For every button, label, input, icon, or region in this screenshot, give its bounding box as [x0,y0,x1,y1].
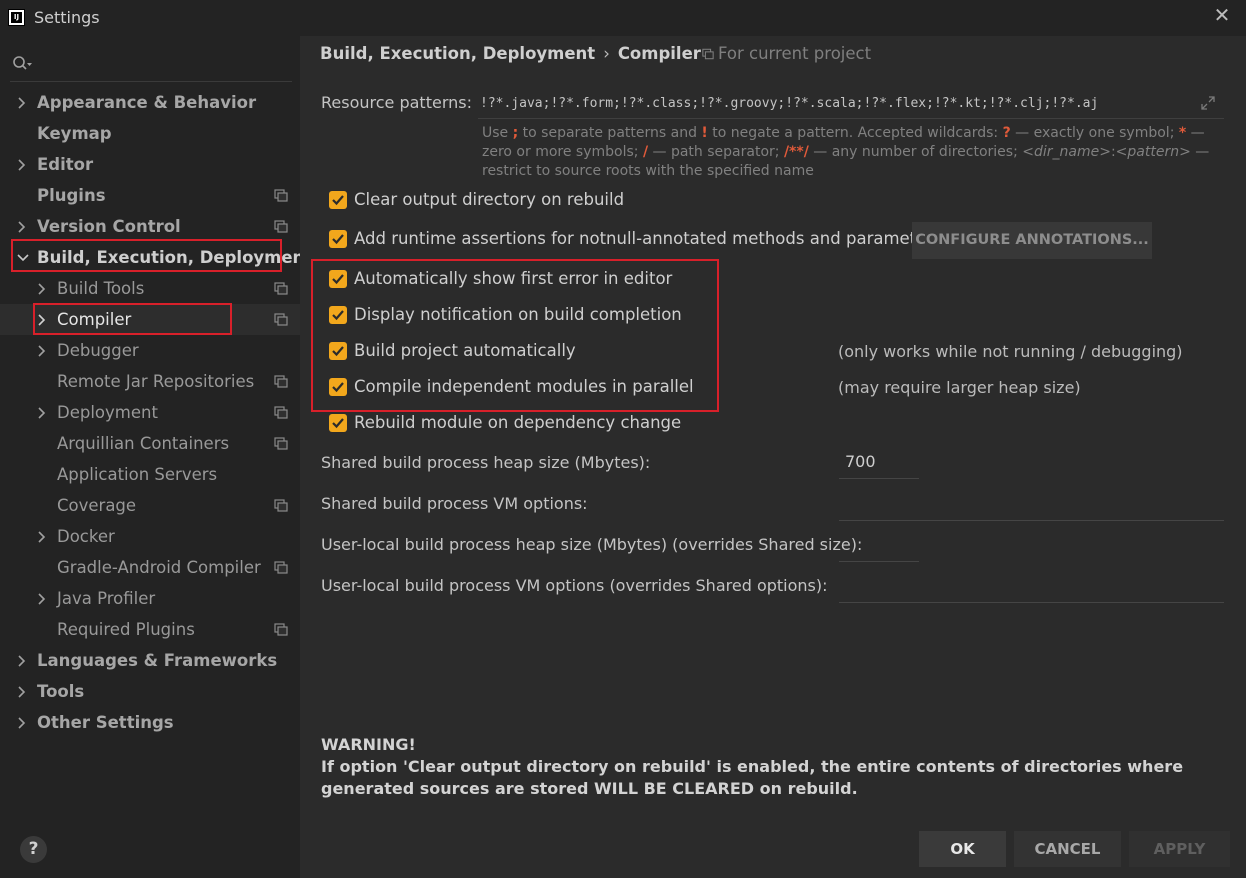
intellij-app-icon: IJ [8,9,25,26]
breadcrumb-separator: › [603,44,610,63]
compiler-settings-panel: Build, Execution, Deployment › Compiler Fo… [300,36,1246,878]
search-icon [13,56,32,70]
checkbox-checked-icon[interactable] [329,270,347,288]
chevron-right-icon[interactable] [17,149,31,180]
sidebar-item-plugins[interactable]: Plugins [0,180,300,211]
warning-message: WARNING! If option 'Clear output directo… [321,734,1211,800]
apply-button[interactable]: APPLY [1129,831,1230,867]
shared-heap-input[interactable]: 700 [839,448,919,479]
sidebar-item-build-tools[interactable]: Build Tools [0,273,300,304]
checkbox-checked-icon[interactable] [329,378,347,396]
display-notification-checkbox[interactable]: Display notification on build completion [329,303,689,327]
project-scope-icon [274,220,288,233]
checkbox-checked-icon[interactable] [329,191,347,209]
warning-title: WARNING! [321,735,416,754]
local-heap-input[interactable] [839,531,919,562]
checkbox-checked-icon[interactable] [329,342,347,360]
sidebar-item-tools[interactable]: Tools [0,676,300,707]
compile-parallel-note: (may require larger heap size) [838,378,1081,397]
warning-text: If option 'Clear output directory on reb… [321,757,1184,798]
project-scope-icon [274,375,288,388]
project-scope-icon [274,561,288,574]
sidebar-item-editor[interactable]: Editor [0,149,300,180]
sidebar-item-build-execution-deployment[interactable]: Build, Execution, Deployment [0,242,312,273]
chevron-right-icon[interactable] [17,645,31,676]
sidebar-item-required-plugins[interactable]: Required Plugins [0,614,300,645]
chevron-right-icon[interactable] [17,87,31,118]
sidebar-item-deployment[interactable]: Deployment [0,397,300,428]
chevron-right-icon[interactable] [37,583,51,614]
scope-indicator: For current project [702,44,871,63]
project-scope-icon [274,282,288,295]
project-scope-icon [274,406,288,419]
project-scope-icon [702,48,714,60]
checkbox-checked-icon[interactable] [329,230,347,248]
sidebar-item-languages-frameworks[interactable]: Languages & Frameworks [0,645,300,676]
local-vm-options-label: User-local build process VM options (ove… [321,576,828,595]
sidebar-item-application-servers[interactable]: Application Servers [0,459,300,490]
sidebar-item-version-control[interactable]: Version Control [0,211,300,242]
chevron-right-icon[interactable] [37,397,51,428]
resource-patterns-input[interactable]: !?*.java;!?*.form;!?*.class;!?*.groovy;!… [478,91,1224,119]
breadcrumb-parent: Build, Execution, Deployment [320,44,596,63]
local-heap-label: User-local build process heap size (Mbyt… [321,535,863,554]
sidebar-item-debugger[interactable]: Debugger [0,335,300,366]
build-automatically-note: (only works while not running / debuggin… [838,342,1183,361]
chevron-right-icon[interactable] [37,273,51,304]
local-vm-options-input[interactable] [839,572,1224,603]
breadcrumb: Build, Execution, Deployment › Compiler Fo… [320,44,871,66]
scope-label: For current project [718,44,872,63]
rebuild-on-dependency-checkbox[interactable]: Rebuild module on dependency change [329,411,689,435]
settings-sidebar: Appearance & Behavior Keymap Editor Plug… [0,36,312,878]
chevron-down-icon[interactable] [17,242,31,273]
sidebar-item-coverage[interactable]: Coverage [0,490,300,521]
sidebar-item-compiler[interactable]: Compiler [0,304,300,335]
project-scope-icon [274,623,288,636]
sidebar-item-other-settings[interactable]: Other Settings [0,707,300,738]
project-scope-icon [274,313,288,326]
search-input[interactable] [10,52,292,82]
resource-patterns-hint: Use ; to separate patterns and ! to nega… [482,125,1210,179]
cancel-button[interactable]: CANCEL [1014,831,1121,867]
chevron-right-icon[interactable] [17,211,31,242]
show-first-error-checkbox[interactable]: Automatically show first error in editor [329,267,689,291]
window-title: Settings [34,8,100,27]
sidebar-item-arquillian-containers[interactable]: Arquillian Containers [0,428,300,459]
chevron-right-icon[interactable] [17,707,31,738]
build-automatically-checkbox[interactable]: Build project automatically [329,339,689,363]
chevron-right-icon[interactable] [17,676,31,707]
compile-parallel-checkbox[interactable]: Compile independent modules in parallel [329,375,694,399]
sidebar-item-gradle-android-compiler[interactable]: Gradle-Android Compiler [0,552,300,583]
configure-annotations-button[interactable]: CONFIGURE ANNOTATIONS... [912,222,1152,259]
sidebar-item-docker[interactable]: Docker [0,521,300,552]
sidebar-item-java-profiler[interactable]: Java Profiler [0,583,300,614]
chevron-right-icon[interactable] [37,521,51,552]
project-scope-icon [274,437,288,450]
chevron-right-icon[interactable] [37,335,51,366]
project-scope-icon [274,189,288,202]
ok-button[interactable]: OK [919,831,1006,867]
shared-vm-options-label: Shared build process VM options: [321,494,588,513]
checkbox-checked-icon[interactable] [329,414,347,432]
title-bar: IJ Settings ✕ [0,0,1246,36]
runtime-assertions-checkbox[interactable]: Add runtime assertions for notnull-annot… [329,227,942,251]
sidebar-item-remote-jar-repositories[interactable]: Remote Jar Repositories [0,366,300,397]
checkbox-checked-icon[interactable] [329,306,347,324]
help-icon[interactable]: ? [20,836,47,863]
sidebar-item-appearance-behavior[interactable]: Appearance & Behavior [0,87,300,118]
project-scope-icon [274,499,288,512]
expand-icon[interactable] [1200,95,1216,111]
close-icon[interactable]: ✕ [1211,4,1233,26]
shared-heap-label: Shared build process heap size (Mbytes): [321,453,651,472]
chevron-right-icon[interactable] [37,304,51,335]
shared-vm-options-input[interactable] [839,490,1224,521]
breadcrumb-current: Compiler [617,44,701,63]
resource-patterns-label: Resource patterns: [321,93,472,112]
sidebar-item-keymap[interactable]: Keymap [0,118,300,149]
clear-output-checkbox[interactable]: Clear output directory on rebuild [329,188,649,212]
